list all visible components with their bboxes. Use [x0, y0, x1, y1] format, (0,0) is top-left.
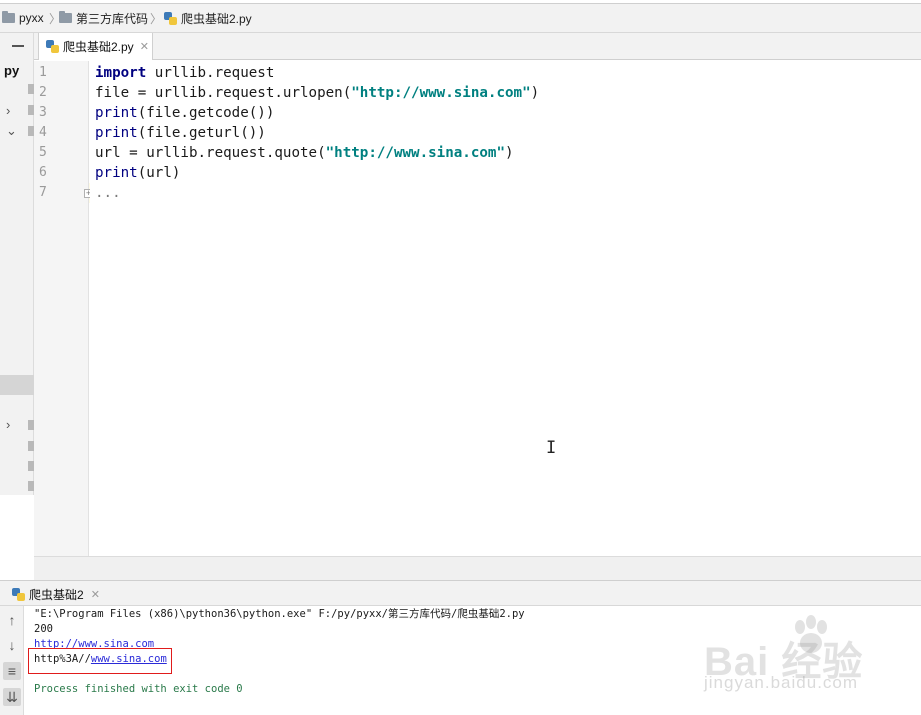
breadcrumb-label: 爬虫基础2.py	[181, 11, 252, 26]
tab-label: 爬虫基础2.py	[63, 40, 134, 54]
code-token: (file.geturl())	[137, 125, 266, 141]
line-number: 7	[39, 185, 47, 200]
code-token: (url)	[137, 165, 181, 181]
text-cursor-icon: I	[546, 438, 557, 458]
code-line[interactable]: import urllib.request	[95, 63, 274, 83]
highlight-box	[28, 648, 172, 674]
scroll-down-icon[interactable]: ↓	[3, 636, 21, 654]
editor-tab-bar: 爬虫基础2.py ✕	[34, 33, 921, 60]
breadcrumb-item-pyxx[interactable]: pyxx	[2, 10, 44, 26]
selected-tree-row[interactable]	[0, 375, 34, 395]
code-line[interactable]: ...	[95, 183, 121, 203]
line-number: 1	[39, 65, 47, 80]
code-line[interactable]: print(file.getcode())	[95, 103, 274, 123]
close-icon[interactable]: ✕	[91, 588, 100, 601]
python-file-icon	[164, 11, 177, 25]
line-number-gutter: 1 2 3 4 5 6 7 +	[34, 61, 93, 556]
chevron-right-icon[interactable]: ›	[6, 103, 10, 118]
console-command: "E:\Program Files (x86)\python36\python.…	[34, 608, 525, 620]
chevron-right-icon[interactable]: ›	[6, 417, 10, 432]
run-tab-label: 爬虫基础2	[29, 587, 84, 602]
code-token: urllib.request	[146, 65, 275, 81]
code-token: )	[505, 145, 514, 161]
code-builtin: print	[95, 125, 138, 141]
tab-file[interactable]: 爬虫基础2.py ✕	[38, 33, 153, 60]
python-run-icon	[12, 587, 25, 601]
code-token: file = urllib.request.urlopen(	[95, 85, 352, 101]
soft-wrap-icon[interactable]: ≡	[3, 662, 21, 680]
line-number: 6	[39, 165, 47, 180]
line-number: 3	[39, 105, 47, 120]
code-token: (file.getcode())	[137, 105, 275, 121]
breadcrumb-label: 第三方库代码	[76, 11, 149, 26]
folder-icon	[59, 11, 72, 23]
folder-icon	[2, 11, 15, 23]
console-exit-message: Process finished with exit code 0	[34, 683, 243, 695]
breadcrumb-item-folder[interactable]: 第三方库代码	[59, 10, 148, 26]
line-number: 4	[39, 125, 47, 140]
line-number: 5	[39, 145, 47, 160]
breadcrumb-item-file[interactable]: 爬虫基础2.py	[164, 10, 252, 26]
code-line[interactable]: print(file.geturl())	[95, 123, 266, 143]
code-token: url = urllib.request.quote(	[95, 145, 326, 161]
code-string: "http://www.sina.com"	[325, 145, 505, 161]
console-status-code: 200	[34, 623, 53, 635]
close-icon[interactable]: ✕	[140, 40, 149, 53]
project-panel: py › ⌄ ›	[0, 33, 34, 495]
code-line[interactable]: print(url)	[95, 163, 180, 183]
run-toolbar: ↑ ↓ ≡ ⇊	[0, 606, 24, 715]
code-builtin: print	[95, 105, 138, 121]
code-token: )	[530, 85, 540, 101]
project-root-label[interactable]: py	[4, 63, 19, 78]
breadcrumb-label: pyxx	[19, 11, 44, 25]
code-line[interactable]: file = urllib.request.urlopen("http://ww…	[95, 83, 539, 103]
python-file-icon	[46, 40, 59, 53]
code-token: ...	[95, 185, 121, 201]
chevron-down-icon[interactable]: ⌄	[6, 123, 17, 139]
run-tab[interactable]: 爬虫基础2 ✕	[12, 586, 100, 602]
menu-bar-edge	[0, 0, 921, 4]
code-keyword: import	[95, 65, 147, 81]
editor-horizontal-scrollbar[interactable]	[34, 556, 921, 580]
code-line[interactable]: url = urllib.request.quote("http://www.s…	[95, 143, 514, 163]
collapse-icon[interactable]	[12, 45, 24, 47]
line-number: 2	[39, 85, 47, 100]
code-string: "http://www.sina.com"	[351, 85, 531, 101]
scroll-up-icon[interactable]: ↑	[3, 611, 21, 629]
code-builtin: print	[95, 165, 138, 181]
run-panel-header: 爬虫基础2 ✕	[0, 580, 921, 606]
breadcrumb-bar: pyxx 〉 第三方库代码 〉 爬虫基础2.py	[0, 0, 921, 33]
scroll-to-end-icon[interactable]: ⇊	[3, 688, 21, 706]
chevron-right-icon: 〉	[150, 12, 163, 26]
